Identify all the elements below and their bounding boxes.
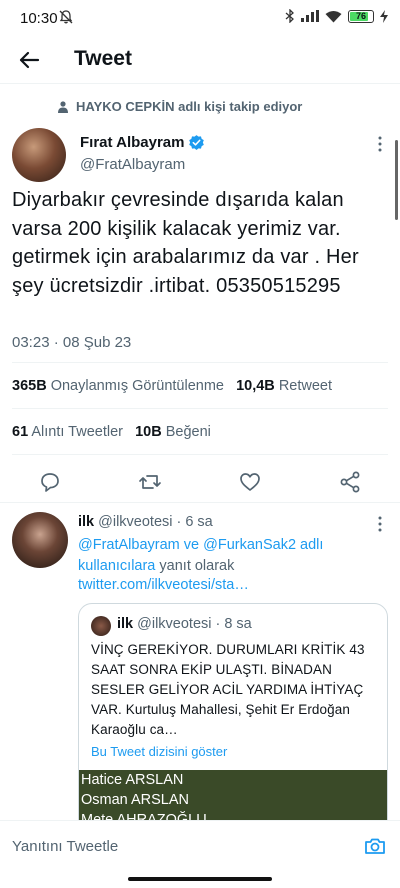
views-count: 365B bbox=[12, 378, 47, 394]
divider bbox=[12, 408, 388, 409]
retweets-label: Retweet bbox=[278, 378, 333, 394]
views-label: Onaylanmış Görüntülenme bbox=[50, 378, 224, 394]
quote-author-handle: @ilkveotesi bbox=[137, 616, 212, 632]
heart-icon[interactable] bbox=[238, 470, 262, 494]
camera-icon[interactable] bbox=[364, 835, 386, 857]
likes-stat[interactable]: 10B Beğeni bbox=[135, 424, 211, 440]
retweet-icon[interactable] bbox=[138, 470, 162, 494]
retweets-stat[interactable]: 10,4B Retweet bbox=[236, 378, 332, 394]
arrow-left-icon[interactable] bbox=[18, 49, 40, 71]
author-avatar[interactable] bbox=[12, 128, 66, 182]
reply-author-handle: @ilkveotesi bbox=[98, 514, 173, 530]
status-time: 10:30 bbox=[20, 10, 58, 27]
page-title: Tweet bbox=[74, 47, 132, 70]
action-bar bbox=[0, 462, 400, 498]
person-icon bbox=[58, 100, 68, 113]
charging-icon bbox=[380, 9, 388, 23]
app-header: Tweet bbox=[0, 38, 400, 84]
home-indicator[interactable] bbox=[128, 877, 272, 881]
retweets-count: 10,4B bbox=[236, 378, 275, 394]
quote-text: VİNÇ GEREKİYOR. DURUMLARI KRİTİK 43 SAAT… bbox=[91, 642, 365, 737]
social-context-text: HAYKO CEPKİN adlı kişi takip ediyor bbox=[76, 99, 303, 114]
stats-row-1: 365B Onaylanmış Görüntülenme 10,4B Retwe… bbox=[12, 378, 332, 394]
signal-icon bbox=[301, 10, 319, 22]
reply-author-name: ilk bbox=[78, 514, 95, 530]
tweet-timestamp: 03:23 · 08 Şub 23 bbox=[12, 334, 132, 351]
divider bbox=[12, 362, 388, 363]
likes-label: Beğeni bbox=[165, 424, 211, 440]
reply-compose-bar[interactable]: Yanıtını Tweetle bbox=[0, 820, 400, 872]
battery-level: 76 bbox=[355, 10, 366, 21]
wifi-icon bbox=[325, 10, 342, 22]
scrollbar[interactable] bbox=[395, 140, 398, 220]
author-name-row[interactable]: Fırat Albayram bbox=[80, 134, 205, 151]
views-stat[interactable]: 365B Onaylanmış Görüntülenme bbox=[12, 378, 224, 394]
media-name: Osman ARSLAN bbox=[79, 790, 387, 810]
quote-author-name: ilk bbox=[117, 616, 134, 632]
compose-placeholder[interactable]: Yanıtını Tweetle bbox=[12, 838, 118, 855]
status-bar: 10:30 76 bbox=[0, 0, 400, 38]
share-icon[interactable] bbox=[338, 470, 362, 494]
reply-url-link[interactable]: twitter.com/ilkveotesi/sta… bbox=[78, 577, 249, 593]
quoted-tweet-card[interactable]: ilk @ilkveotesi · 8 sa VİNÇ GEREKİYOR. D… bbox=[78, 603, 388, 848]
reply-avatar[interactable] bbox=[12, 512, 68, 568]
quotes-stat[interactable]: 61 Alıntı Tweetler bbox=[12, 424, 123, 440]
comment-icon[interactable] bbox=[38, 470, 62, 494]
likes-count: 10B bbox=[135, 424, 162, 440]
reply-age: · 6 sa bbox=[176, 514, 213, 530]
battery-icon: 76 bbox=[348, 9, 374, 23]
quotes-label: Alıntı Tweetler bbox=[31, 424, 123, 440]
tweet-text: Diyarbakır çevresinde dışarıda kalan var… bbox=[12, 189, 359, 297]
quote-header: ilk @ilkveotesi · 8 sa bbox=[117, 616, 252, 632]
show-thread-link[interactable]: Bu Tweet dizisini göster bbox=[91, 744, 227, 759]
bell-muted-icon bbox=[59, 10, 73, 24]
divider bbox=[0, 502, 400, 503]
more-options-icon[interactable] bbox=[370, 514, 390, 534]
quote-age: · 8 sa bbox=[215, 616, 252, 632]
verified-badge-icon bbox=[189, 135, 205, 150]
author-name: Fırat Albayram bbox=[80, 134, 185, 151]
social-context[interactable]: HAYKO CEPKİN adlı kişi takip ediyor bbox=[58, 99, 302, 114]
status-icons: 76 bbox=[285, 9, 388, 23]
stats-row-2: 61 Alıntı Tweetler 10B Beğeni bbox=[12, 424, 211, 440]
bluetooth-icon bbox=[285, 9, 294, 23]
replying-to: @FratAlbayram ve @FurkanSak2 adlı kullan… bbox=[78, 535, 378, 577]
quote-avatar bbox=[91, 616, 111, 636]
divider bbox=[12, 454, 388, 455]
quotes-count: 61 bbox=[12, 424, 29, 440]
reply-suffix: yanıt olarak bbox=[159, 558, 235, 574]
media-name: Hatice ARSLAN bbox=[79, 770, 387, 790]
reply-header[interactable]: ilk @ilkveotesi · 6 sa bbox=[78, 514, 213, 530]
more-options-icon[interactable] bbox=[370, 134, 390, 154]
author-handle[interactable]: @FratAlbayram bbox=[80, 156, 185, 173]
